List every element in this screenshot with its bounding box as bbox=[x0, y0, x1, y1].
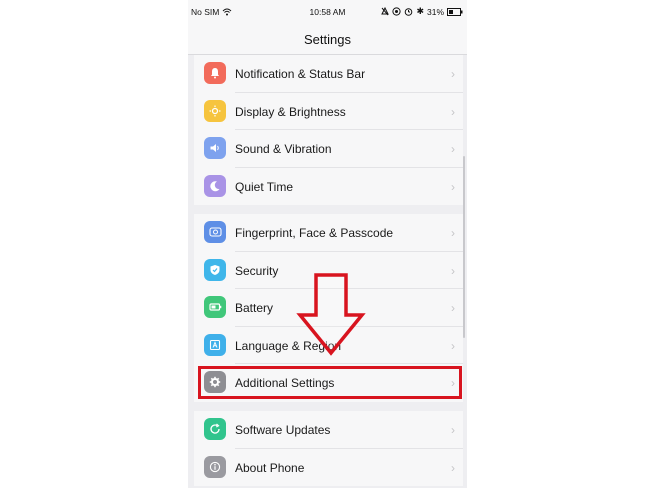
settings-item-quiet-time[interactable]: Quiet Time › bbox=[194, 168, 463, 206]
settings-group-display: Notification & Status Bar › Display & Br… bbox=[194, 55, 463, 205]
settings-item-about-phone[interactable]: About Phone › bbox=[194, 449, 463, 487]
chevron-right-icon: › bbox=[451, 301, 455, 315]
down-arrow-annotation bbox=[296, 273, 366, 356]
chevron-right-icon: › bbox=[451, 423, 455, 437]
settings-item-sound-vibration[interactable]: Sound & Vibration › bbox=[194, 130, 463, 168]
settings-group-about: Software Updates › About Phone › bbox=[194, 411, 463, 486]
settings-item-label: Battery bbox=[235, 301, 274, 315]
silent-icon bbox=[381, 7, 390, 16]
shield-icon bbox=[204, 258, 226, 281]
settings-item-notification-status-bar[interactable]: Notification & Status Bar › bbox=[194, 55, 463, 93]
scrollbar[interactable] bbox=[463, 156, 465, 338]
chevron-right-icon: › bbox=[451, 67, 455, 81]
brightness-icon bbox=[204, 99, 226, 122]
language-icon bbox=[204, 333, 226, 356]
chevron-right-icon: › bbox=[451, 104, 455, 119]
battery-icon bbox=[204, 296, 226, 318]
camera-icon bbox=[392, 7, 402, 16]
settings-item-label: Sound & Vibration bbox=[235, 142, 332, 156]
chevron-right-icon: › bbox=[451, 263, 455, 278]
phone-screen: No SIM 10:58 AM ✱ 31% Settings Notificat… bbox=[188, 0, 467, 488]
battery-icon bbox=[447, 7, 463, 16]
page-title: Settings bbox=[304, 32, 351, 47]
settings-item-label: Notification & Status Bar bbox=[235, 67, 366, 81]
alarm-icon bbox=[405, 8, 413, 16]
settings-item-display-brightness[interactable]: Display & Brightness › bbox=[194, 93, 463, 130]
settings-item-label: Software Updates bbox=[235, 423, 331, 437]
settings-item-label: Quiet Time bbox=[235, 179, 294, 194]
info-icon bbox=[204, 455, 226, 478]
chevron-right-icon: › bbox=[451, 338, 455, 353]
chevron-right-icon: › bbox=[451, 179, 455, 194]
battery-percent: 31% bbox=[426, 6, 444, 17]
settings-item-fingerprint-face-passcode[interactable]: Fingerprint, Face & Passcode › bbox=[194, 214, 463, 252]
update-icon bbox=[204, 418, 226, 440]
settings-item-label: Security bbox=[235, 263, 279, 278]
highlight-box bbox=[198, 366, 462, 399]
settings-item-label: Fingerprint, Face & Passcode bbox=[235, 226, 394, 240]
status-icons: ✱ 31% bbox=[381, 6, 463, 17]
moon-icon bbox=[204, 174, 226, 197]
chevron-right-icon: › bbox=[451, 226, 455, 240]
bluetooth-icon: ✱ bbox=[416, 6, 424, 16]
navigation-bar: Settings bbox=[188, 24, 467, 55]
settings-item-label: Display & Brightness bbox=[235, 104, 346, 119]
chevron-right-icon: › bbox=[451, 142, 455, 156]
notification-icon bbox=[204, 62, 226, 84]
fingerprint-icon bbox=[204, 221, 226, 243]
settings-item-label: About Phone bbox=[235, 460, 305, 475]
status-bar: No SIM 10:58 AM ✱ 31% bbox=[188, 0, 467, 24]
chevron-right-icon: › bbox=[451, 460, 455, 475]
speaker-icon bbox=[204, 137, 226, 159]
settings-item-software-updates[interactable]: Software Updates › bbox=[194, 411, 463, 449]
